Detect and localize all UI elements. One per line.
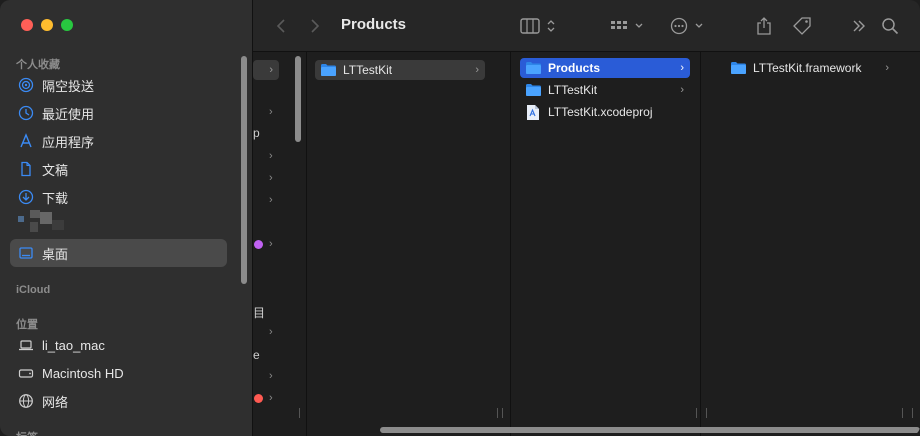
column-resize-handle[interactable]	[502, 408, 503, 418]
chevron-right-icon: ›	[269, 106, 273, 118]
download-icon	[18, 189, 34, 205]
toolbar: Products	[253, 0, 920, 52]
column-resize-handle[interactable]	[706, 408, 707, 418]
chevron-right-icon: ›	[680, 62, 684, 74]
sidebar-item-applications[interactable]: 应用程序	[10, 127, 227, 155]
chevron-right-icon: ›	[269, 238, 273, 250]
row-label: LTTestKit	[548, 83, 598, 97]
sidebar: 个人收藏 隔空投送 最近使用 应用程序 文稿 下载 桌面 iCloud 位置 l…	[0, 0, 253, 436]
more-icon[interactable]	[849, 14, 869, 38]
desktop-icon	[18, 245, 34, 261]
row-label: LTTestKit	[343, 63, 393, 77]
window-controls	[21, 19, 73, 31]
truncated-item-text: p	[253, 126, 260, 140]
sidebar-item-airdrop[interactable]: 隔空投送	[10, 71, 227, 99]
column1-scrollbar[interactable]	[295, 56, 301, 142]
chevron-right-icon: ›	[475, 64, 479, 76]
document-icon	[18, 161, 34, 177]
column3-row-xcodeproj[interactable]: LTTestKit.xcodeproj	[520, 102, 690, 122]
column3-row-lttestkit[interactable]: LTTestKit ›	[520, 80, 690, 100]
airdrop-icon	[18, 77, 34, 93]
column-resize-handle[interactable]	[912, 408, 913, 418]
chevron-right-icon: ›	[269, 326, 273, 338]
locations-section-title: 位置	[16, 319, 38, 331]
purple-tag-dot	[254, 240, 263, 249]
chevron-right-icon: ›	[680, 84, 684, 96]
disk-icon	[18, 365, 34, 381]
group-icon[interactable]	[609, 14, 649, 38]
truncated-item-text: e	[253, 348, 260, 362]
clock-icon	[18, 105, 34, 121]
network-icon	[18, 393, 34, 409]
zoom-button[interactable]	[61, 19, 73, 31]
sidebar-item-macintosh-hd[interactable]: Macintosh HD	[10, 359, 227, 387]
folder-icon	[321, 63, 337, 77]
row-label: LTTestKit.framework	[753, 61, 862, 75]
column1-selected-row[interactable]: ›	[253, 60, 279, 80]
laptop-icon	[18, 337, 34, 353]
sidebar-item-label: 桌面	[42, 246, 69, 262]
xcodeproj-icon	[526, 104, 542, 120]
sidebar-item-desktop[interactable]: 桌面	[10, 239, 227, 267]
sidebar-item-label: 网络	[42, 394, 69, 410]
column-resize-handle[interactable]	[299, 408, 300, 418]
sidebar-item-label: 文稿	[42, 162, 69, 178]
row-label: Products	[548, 61, 601, 75]
sidebar-scrollbar[interactable]	[241, 56, 247, 284]
forward-icon[interactable]	[305, 14, 325, 38]
column2-row-lttestkit[interactable]: LTTestKit ›	[315, 60, 485, 80]
sidebar-item-label: li_tao_mac	[42, 337, 105, 353]
tag-icon[interactable]	[791, 14, 815, 38]
column4-row-framework[interactable]: LTTestKit.framework ›	[725, 58, 895, 78]
chevron-right-icon: ›	[269, 150, 273, 162]
truncated-item-text: 目	[253, 306, 266, 320]
sidebar-item-network[interactable]: 网络	[10, 387, 227, 415]
horizontal-scrollbar[interactable]	[380, 427, 920, 433]
column-view-icon[interactable]	[519, 14, 561, 38]
column-divider[interactable]	[306, 52, 307, 436]
chevron-right-icon: ›	[269, 64, 273, 76]
sidebar-item-label: 下载	[42, 190, 69, 206]
column-resize-handle[interactable]	[902, 408, 903, 418]
column-divider[interactable]	[700, 52, 701, 436]
sidebar-item-label: Macintosh HD	[42, 365, 124, 381]
sidebar-item-label: 隔空投送	[42, 78, 95, 94]
minimize-button[interactable]	[41, 19, 53, 31]
row-label: LTTestKit.xcodeproj	[548, 105, 653, 119]
chevron-right-icon: ›	[885, 62, 889, 74]
chevron-right-icon: ›	[269, 194, 273, 206]
finder-window: 个人收藏 隔空投送 最近使用 应用程序 文稿 下载 桌面 iCloud 位置 l…	[0, 0, 920, 436]
sidebar-item-computer[interactable]: li_tao_mac	[10, 331, 227, 359]
share-icon[interactable]	[753, 14, 775, 38]
sidebar-item-label: 应用程序	[42, 134, 95, 150]
back-icon[interactable]	[271, 14, 291, 38]
sidebar-item-documents[interactable]: 文稿	[10, 155, 227, 183]
column-browser: › › p › › › › 目 › e › › LTTestKit › Prod…	[253, 52, 920, 436]
folder-icon	[526, 83, 542, 97]
window-title: Products	[341, 16, 407, 33]
obscured-sidebar-item	[18, 210, 64, 234]
sidebar-item-label: 最近使用	[42, 106, 95, 122]
chevron-right-icon: ›	[269, 370, 273, 382]
sidebar-item-downloads[interactable]: 下载	[10, 183, 227, 211]
sidebar-item-recents[interactable]: 最近使用	[10, 99, 227, 127]
column-resize-handle[interactable]	[497, 408, 498, 418]
action-icon[interactable]	[669, 14, 709, 38]
column-divider[interactable]	[510, 52, 511, 436]
chevron-right-icon: ›	[269, 172, 273, 184]
folder-icon	[526, 61, 542, 75]
search-icon[interactable]	[879, 14, 901, 38]
red-tag-dot	[254, 394, 263, 403]
icloud-section-title: iCloud	[16, 284, 51, 296]
tags-section-title: 标签	[16, 429, 38, 436]
applications-icon	[18, 133, 34, 149]
column-resize-handle[interactable]	[696, 408, 697, 418]
favorites-section-title: 个人收藏	[16, 59, 60, 71]
close-button[interactable]	[21, 19, 33, 31]
column3-row-products[interactable]: Products ›	[520, 58, 690, 78]
chevron-right-icon: ›	[269, 392, 273, 404]
folder-icon	[731, 61, 747, 75]
